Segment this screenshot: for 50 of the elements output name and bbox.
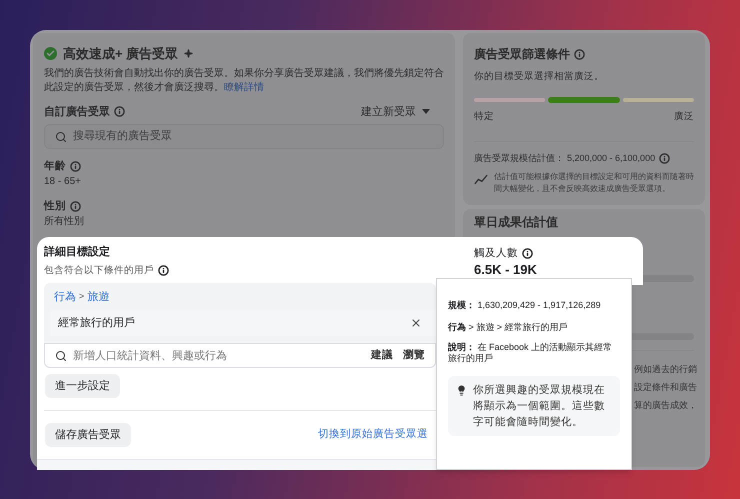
text-line: 例如過去的行銷 bbox=[634, 363, 694, 376]
search-field[interactable]: 搜尋現有的廣告受眾 bbox=[44, 124, 444, 149]
reach-value: 6.5K - 19K bbox=[474, 262, 538, 277]
field-label: 性別 bbox=[44, 199, 66, 213]
save-audience-button[interactable]: 儲存廣告受眾 bbox=[45, 423, 131, 448]
gauge-label: 廣泛 bbox=[674, 110, 694, 124]
trend-line-icon bbox=[474, 174, 488, 185]
panel-title: 詳細目標設定 bbox=[44, 244, 111, 260]
section-title: 高效速成+ 廣告受眾 bbox=[63, 45, 178, 63]
item-label: 經常旅行的用戶 bbox=[58, 316, 135, 331]
card-title: 單日成果估計值 bbox=[474, 215, 559, 230]
path-text: 行為 > 旅遊 > 經常旅行的用戶 bbox=[448, 320, 568, 334]
create-audience-dropdown[interactable]: 建立新受眾 bbox=[361, 104, 430, 120]
caret-icon bbox=[422, 109, 430, 114]
info-icon[interactable] bbox=[522, 248, 533, 258]
description-text: 我們的廣告技術會自動找出你的廣告受眾。如果你分享廣告受眾建議，我們將優先鎖定符合此設定的廣告受眾，然後才會廣泛搜尋。瞭解詳情 bbox=[44, 66, 444, 94]
search-action-button[interactable]: 瀏覽 bbox=[403, 348, 425, 364]
placeholder-text: 新增人口統計資料、興趣或行為 bbox=[73, 348, 228, 364]
search-action-button[interactable]: 建議 bbox=[371, 348, 393, 364]
breadcrumb-separator: > bbox=[79, 290, 84, 304]
description-text: 說明： 在 Facebook 上的活動顯示其經常旅行的用戶 bbox=[448, 342, 614, 364]
info-text: 你所選興趣的受眾規模現在將顯示為一個範圍。這些數字可能會隨時間變化。 bbox=[473, 383, 606, 430]
gauge-label: 特定 bbox=[474, 110, 494, 124]
sparkle-icon bbox=[184, 49, 194, 58]
breadcrumb-link[interactable]: 旅遊 bbox=[87, 288, 110, 306]
breadcrumb-link[interactable]: 行為 bbox=[54, 288, 76, 306]
field-label: 自訂廣告受眾 bbox=[44, 104, 110, 120]
text-line: 算的廣告成效， bbox=[634, 399, 694, 412]
search-icon bbox=[55, 350, 67, 362]
age-value: 18 - 65+ bbox=[44, 175, 82, 189]
size-text: 規模： 1,630,209,429 - 1,917,126,289 bbox=[448, 299, 601, 312]
targeting-search-field[interactable]: 新增人口統計資料、興趣或行為 建議 瀏覽 bbox=[44, 343, 436, 368]
panel-subtitle: 包含符合以下條件的用戶 bbox=[44, 264, 154, 278]
card-title: 廣告受眾篩選條件 bbox=[474, 46, 570, 63]
close-icon[interactable] bbox=[410, 317, 422, 330]
note-text: 估計值可能根據你選擇的目標設定和可用的資料而隨著時間大幅變化，且不會反映高效速成廣告受眾選項。 bbox=[494, 171, 694, 195]
summary-text: 你的目標受眾選擇相當廣泛。 bbox=[474, 70, 605, 84]
lightbulb-icon bbox=[456, 385, 467, 396]
learn-more-link[interactable]: 瞭解詳情 bbox=[224, 82, 264, 92]
switch-options-link[interactable]: 切換到原始廣告受眾選 bbox=[318, 427, 428, 444]
field-label: 年齡 bbox=[44, 159, 66, 173]
placeholder-text: 搜尋現有的廣告受眾 bbox=[73, 128, 172, 144]
check-icon bbox=[44, 47, 57, 60]
gender-value: 所有性別 bbox=[44, 215, 85, 229]
more-settings-button[interactable]: 進一步設定 bbox=[45, 374, 120, 398]
reach-label: 觸及人數 bbox=[474, 246, 518, 260]
info-icon[interactable] bbox=[158, 265, 169, 276]
search-icon bbox=[55, 130, 67, 142]
size-label: 廣告受眾規模估計值： bbox=[474, 152, 564, 164]
size-value: 5,200,000 - 6,100,000 bbox=[567, 152, 656, 164]
